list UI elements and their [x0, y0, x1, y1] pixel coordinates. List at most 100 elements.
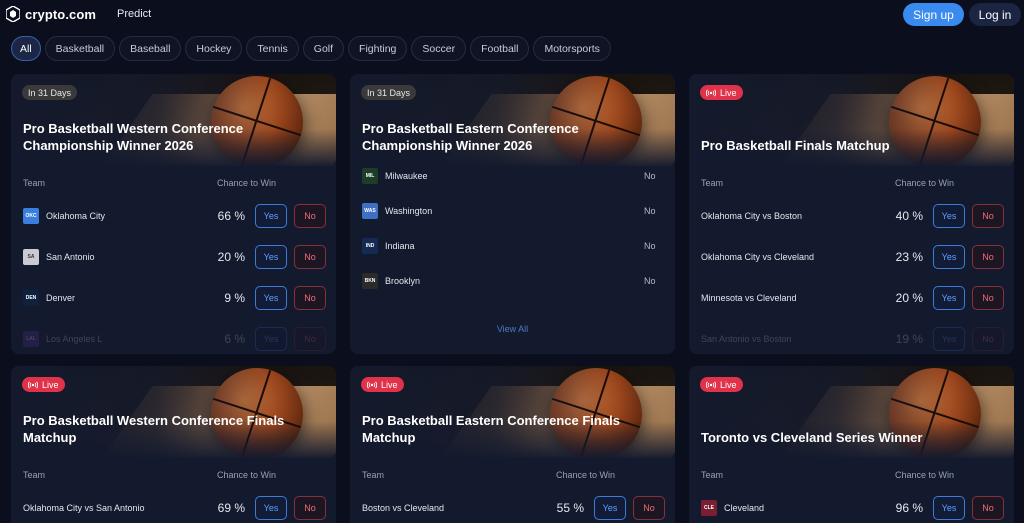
outcome-row: Oklahoma City vs Cleveland 23 % Yes No: [689, 245, 1014, 269]
outcome-row: IND Indiana No: [350, 234, 675, 258]
logo[interactable]: crypto.com: [6, 6, 96, 22]
live-signal-icon: [706, 89, 716, 96]
filter-fighting[interactable]: Fighting: [348, 36, 408, 61]
yes-button[interactable]: Yes: [255, 286, 287, 310]
outcome-chance: 19 %: [895, 332, 923, 346]
market-card[interactable]: Live Pro Basketball Western Conference F…: [11, 366, 336, 523]
market-card[interactable]: Live Pro Basketball Finals Matchup Team …: [689, 74, 1014, 354]
signup-button[interactable]: Sign up: [903, 3, 964, 26]
market-title[interactable]: Pro Basketball Eastern Conference Champi…: [362, 120, 662, 154]
filter-soccer[interactable]: Soccer: [411, 36, 467, 61]
live-signal-icon: [367, 381, 377, 388]
crypto-logo-icon: [6, 6, 20, 22]
market-title[interactable]: Pro Basketball Western Conference Champi…: [23, 120, 323, 154]
outcome-chance: 55 %: [556, 501, 584, 515]
live-signal-icon: [28, 381, 38, 388]
yes-button[interactable]: Yes: [933, 245, 965, 269]
yes-button[interactable]: Yes: [594, 496, 626, 520]
category-filters: All Basketball Baseball Hockey Tennis Go…: [11, 36, 611, 61]
outcome-row: Oklahoma City vs Boston 40 % Yes No: [689, 204, 1014, 228]
team-logo-icon: WAS: [362, 203, 378, 219]
filter-basketball[interactable]: Basketball: [44, 36, 116, 61]
outcome-chance: 23 %: [895, 250, 923, 264]
outcome-no-label: No: [644, 241, 656, 251]
live-label: Live: [720, 379, 737, 390]
yes-button[interactable]: Yes: [255, 327, 287, 351]
no-button[interactable]: No: [972, 286, 1004, 310]
outcome-no-label: No: [644, 171, 656, 181]
column-team: Team: [701, 178, 724, 188]
outcome-chance: 40 %: [895, 209, 923, 223]
column-team: Team: [701, 470, 724, 480]
live-badge: Live: [22, 377, 65, 392]
no-button[interactable]: No: [294, 245, 326, 269]
market-card[interactable]: In 31 Days Pro Basketball Western Confer…: [11, 74, 336, 354]
no-button[interactable]: No: [972, 327, 1004, 351]
filter-golf[interactable]: Golf: [302, 36, 345, 61]
yes-button[interactable]: Yes: [933, 327, 965, 351]
filter-tennis[interactable]: Tennis: [246, 36, 299, 61]
outcome-row: WAS Washington No: [350, 199, 675, 223]
team-logo-icon: BKN: [362, 273, 378, 289]
outcome-row: MIL Milwaukee No: [350, 164, 675, 188]
filter-hockey[interactable]: Hockey: [185, 36, 243, 61]
filter-all[interactable]: All: [11, 36, 41, 61]
outcome-chance: 69 %: [217, 501, 245, 515]
no-button[interactable]: No: [972, 204, 1004, 228]
live-label: Live: [381, 379, 398, 390]
market-card[interactable]: In 31 Days Pro Basketball Eastern Confer…: [350, 74, 675, 354]
market-title[interactable]: Pro Basketball Finals Matchup: [701, 137, 1001, 154]
logo-text: crypto.com: [25, 6, 97, 22]
market-title[interactable]: Pro Basketball Western Conference Finals…: [23, 412, 323, 446]
market-title[interactable]: Toronto vs Cleveland Series Winner: [701, 429, 1001, 446]
top-bar: crypto.com Predict Sign up Log in: [0, 0, 1024, 30]
yes-button[interactable]: Yes: [255, 496, 287, 520]
yes-button[interactable]: Yes: [933, 496, 965, 520]
login-button[interactable]: Log in: [969, 3, 1021, 26]
team-logo-icon: LAL: [23, 331, 39, 347]
column-team: Team: [23, 470, 46, 480]
yes-button[interactable]: Yes: [933, 204, 965, 228]
outcome-name: San Antonio: [46, 252, 95, 262]
column-chance: Chance to Win: [895, 470, 955, 480]
column-chance: Chance to Win: [217, 178, 277, 188]
outcome-name: Oklahoma City vs Cleveland: [701, 252, 815, 262]
live-badge: Live: [700, 377, 743, 392]
no-button[interactable]: No: [294, 327, 326, 351]
no-button[interactable]: No: [294, 204, 326, 228]
filter-motorsports[interactable]: Motorsports: [533, 36, 611, 61]
outcome-name: Cleveland: [724, 503, 765, 513]
team-logo-icon: DEN: [23, 290, 39, 306]
team-logo-icon: CLE: [701, 500, 717, 516]
time-badge: In 31 Days: [22, 85, 78, 100]
view-all-link[interactable]: View All: [350, 324, 675, 334]
outcome-no-label: No: [644, 276, 656, 286]
no-button[interactable]: No: [294, 286, 326, 310]
outcome-chance: 6 %: [224, 332, 245, 346]
outcome-row: LAL Los Angeles L 6 % Yes No: [11, 327, 336, 351]
filter-baseball[interactable]: Baseball: [119, 36, 182, 61]
yes-button[interactable]: Yes: [933, 286, 965, 310]
outcome-name: Minnesota vs Cleveland: [701, 293, 797, 303]
filter-football[interactable]: Football: [470, 36, 530, 61]
outcome-name: Brooklyn: [385, 276, 421, 286]
yes-button[interactable]: Yes: [255, 245, 287, 269]
no-button[interactable]: No: [972, 496, 1004, 520]
outcome-row: DEN Denver 9 % Yes No: [11, 286, 336, 310]
yes-button[interactable]: Yes: [255, 204, 287, 228]
market-card[interactable]: Live Pro Basketball Eastern Conference F…: [350, 366, 675, 523]
outcome-name: Milwaukee: [385, 171, 428, 181]
no-button[interactable]: No: [633, 496, 665, 520]
outcome-row: BKN Brooklyn No: [350, 269, 675, 293]
live-signal-icon: [706, 381, 716, 388]
no-button[interactable]: No: [972, 245, 1004, 269]
market-title[interactable]: Pro Basketball Eastern Conference Finals…: [362, 412, 662, 446]
outcome-name: Washington: [385, 206, 433, 216]
team-logo-icon: SA: [23, 249, 39, 265]
no-button[interactable]: No: [294, 496, 326, 520]
nav-predict[interactable]: Predict: [117, 8, 151, 20]
team-logo-icon: IND: [362, 238, 378, 254]
market-card[interactable]: Live Toronto vs Cleveland Series Winner …: [689, 366, 1014, 523]
live-badge: Live: [361, 377, 404, 392]
column-chance: Chance to Win: [895, 178, 955, 188]
